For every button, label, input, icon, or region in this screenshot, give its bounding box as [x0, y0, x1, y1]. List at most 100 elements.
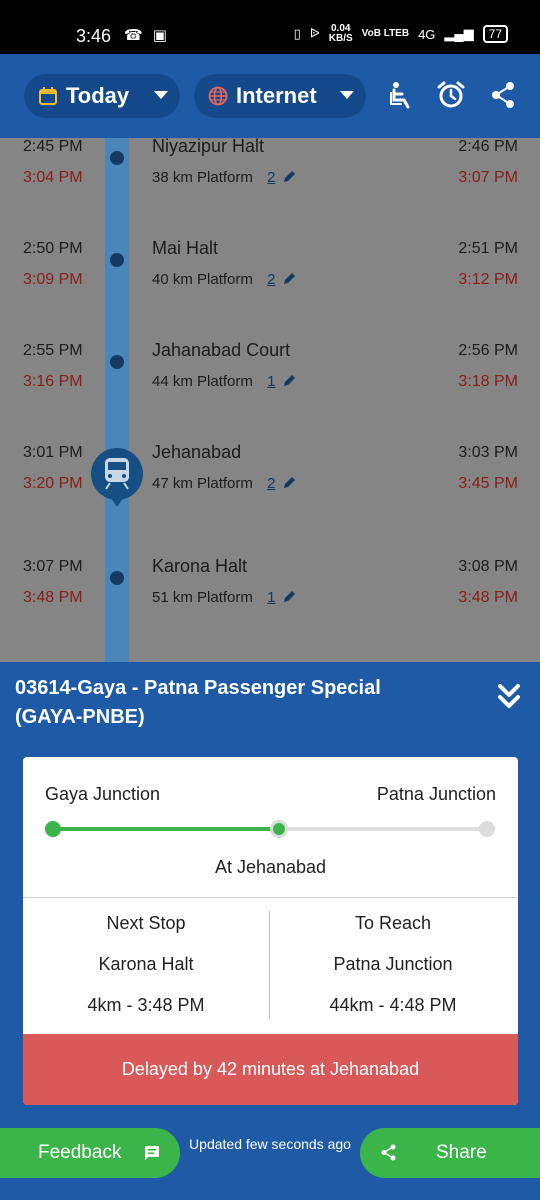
station-name: Niyazipur Halt: [152, 138, 265, 156]
destination-marker: [479, 821, 495, 837]
scheduled-departure: 2:56 PM: [458, 342, 518, 359]
train-header[interactable]: 03614-Gaya - Patna Passenger Special (GA…: [0, 662, 540, 736]
station-name: Karona Halt: [152, 556, 248, 576]
next-stop-section: Next Stop Karona Halt 4km - 3:48 PM: [23, 913, 269, 1036]
station-distance: 40 km: [152, 271, 193, 288]
journey-status-card: Gaya Junction Patna Junction At Jehanaba…: [23, 757, 518, 1105]
platform-number[interactable]: 1: [267, 589, 275, 606]
feedback-button[interactable]: Feedback: [0, 1128, 180, 1178]
status-time: 3:46: [76, 26, 112, 46]
globe-icon: [208, 86, 228, 106]
platform-number[interactable]: 2: [267, 271, 275, 288]
platform-label: Platform: [197, 271, 253, 288]
edit-icon[interactable]: [282, 475, 297, 490]
bluetooth-icon: ᐉ: [309, 26, 320, 41]
train-title: 03614-Gaya - Patna Passenger Special (GA…: [15, 677, 381, 728]
station-info: 51 km Platform 1: [152, 589, 297, 606]
chevron-down-icon: [154, 91, 168, 99]
phone-icon: ☎: [124, 27, 143, 44]
network-speed: 0.04 KB/S: [328, 23, 353, 44]
share-icon: [381, 1144, 396, 1161]
platform-number[interactable]: 1: [267, 373, 275, 390]
scheduled-arrival: 3:01 PM: [23, 444, 83, 461]
edit-icon[interactable]: [282, 373, 297, 388]
to-reach-section: To Reach Patna Junction 44km - 4:48 PM: [270, 913, 516, 1036]
signal-icon: ▂▄▆: [444, 26, 474, 41]
share-icon[interactable]: [488, 80, 518, 110]
scheduled-arrival: 2:55 PM: [23, 342, 83, 359]
volte-indicator: VoB LTEB: [361, 28, 410, 39]
actual-arrival: 3:04 PM: [23, 169, 83, 186]
chevron-down-icon: [340, 91, 354, 99]
scheduled-arrival: 2:50 PM: [23, 240, 83, 257]
actual-arrival: 3:20 PM: [23, 475, 83, 492]
actual-departure: 3:07 PM: [458, 169, 518, 186]
scheduled-departure: 3:03 PM: [458, 444, 518, 461]
actual-arrival: 3:16 PM: [23, 373, 83, 390]
journey-progress-fill: [53, 827, 279, 831]
battery-indicator: 77: [482, 25, 508, 43]
platform-number[interactable]: 2: [267, 475, 275, 492]
route-timeline[interactable]: 2:45 PM 3:04 PM Niyazipur Halt 38 km Pla…: [0, 138, 540, 662]
station-distance: 38 km: [152, 169, 193, 186]
station-info: 40 km Platform 2: [152, 271, 297, 288]
station-name: Jahanabad Court: [152, 340, 291, 360]
platform-number[interactable]: 2: [267, 169, 275, 186]
network-type: 4G: [418, 26, 436, 42]
edit-icon[interactable]: [282, 589, 297, 604]
alarm-clock-icon[interactable]: [436, 80, 466, 110]
station-distance: 51 km: [152, 589, 193, 606]
accessible-seat-icon[interactable]: [386, 80, 416, 110]
scheduled-departure: 2:46 PM: [458, 138, 518, 155]
next-stop-header: Next Stop: [106, 913, 186, 933]
scheduled-departure: 2:51 PM: [458, 240, 518, 257]
station-row-current[interactable]: 3:01 PM 3:20 PM Jehanabad 47 km Platform…: [0, 442, 540, 514]
station-info: 38 km Platform 2: [152, 169, 297, 186]
source-filter-dropdown[interactable]: Internet: [194, 74, 366, 118]
platform-label: Platform: [197, 589, 253, 606]
station-dot: [110, 571, 124, 585]
station-row[interactable]: 3:07 PM 3:48 PM Karona Halt 51 km Platfo…: [0, 556, 540, 628]
origin-marker: [45, 821, 61, 837]
source-filter-label: Internet: [236, 83, 317, 108]
next-stop-name: Karona Halt: [98, 954, 194, 974]
train-location-icon: [91, 448, 143, 507]
station-info: 44 km Platform 1: [152, 373, 297, 390]
station-row[interactable]: 2:50 PM 3:09 PM Mai Halt 40 km Platform …: [0, 238, 540, 310]
to-reach-name: Patna Junction: [333, 954, 453, 974]
date-filter-dropdown[interactable]: Today: [24, 74, 180, 118]
gallery-icon: ▣: [152, 27, 167, 44]
status-bar: 3:46 ☎ ▣ ▯ ᐉ 0.04 KB/S VoB LTEB 4G ▂▄▆ 7…: [0, 0, 540, 54]
station-row[interactable]: 2:45 PM 3:04 PM Niyazipur Halt 38 km Pla…: [0, 138, 540, 208]
edit-icon[interactable]: [282, 169, 297, 184]
station-row[interactable]: 2:55 PM 3:16 PM Jahanabad Court 44 km Pl…: [0, 340, 540, 412]
station-distance: 47 km: [152, 475, 193, 492]
current-location-text: At Jehanabad: [214, 857, 327, 877]
station-name: Mai Halt: [152, 238, 219, 258]
station-dot: [110, 151, 124, 165]
date-filter-label: Today: [66, 83, 130, 108]
edit-icon[interactable]: [282, 271, 297, 286]
to-reach-eta: 44km - 4:48 PM: [329, 995, 457, 1015]
station-dot: [110, 355, 124, 369]
actual-departure: 3:12 PM: [458, 271, 518, 288]
next-stop-eta: 4km - 3:48 PM: [87, 995, 205, 1015]
platform-label: Platform: [197, 475, 253, 492]
actual-arrival: 3:48 PM: [23, 589, 83, 606]
actual-arrival: 3:09 PM: [23, 271, 83, 288]
share-button[interactable]: Share: [360, 1128, 540, 1178]
delay-message: Delayed by 42 minutes at Jehanabad: [23, 1034, 518, 1105]
station-distance: 44 km: [152, 373, 193, 390]
to-reach-header: To Reach: [354, 913, 432, 933]
app-bar: Today Internet: [0, 54, 540, 138]
destination-station: Patna Junction: [376, 784, 496, 804]
actual-departure: 3:45 PM: [458, 475, 518, 492]
message-icon: [145, 1146, 159, 1160]
station-dot: [110, 253, 124, 267]
actual-departure: 3:48 PM: [458, 589, 518, 606]
platform-label: Platform: [197, 169, 253, 186]
station-info: 47 km Platform 2: [152, 475, 297, 492]
vibrate-icon: ▯: [293, 26, 301, 41]
platform-label: Platform: [197, 373, 253, 390]
double-chevron-down-icon[interactable]: [498, 682, 520, 712]
